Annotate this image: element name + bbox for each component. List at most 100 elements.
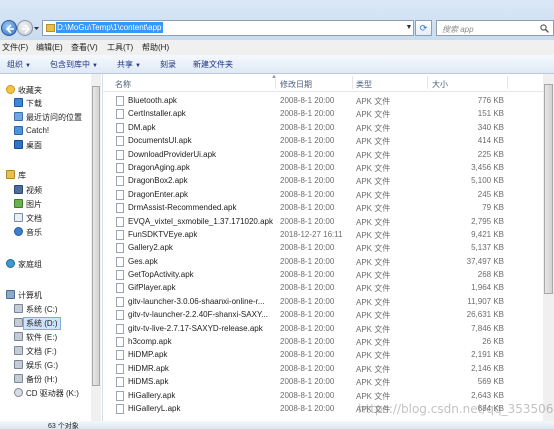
nav-drive-k-label: CD 驱动器 (K:) [26,389,79,398]
column-type[interactable]: 类型 [356,79,372,90]
command-toolbar: 组织 ▼ 包含到库中 ▼ 共享 ▼ 刻录 新建文件夹 [0,55,554,74]
file-row[interactable]: gitv-launcher-3.0.06-shaanxi-online-r...… [103,295,543,308]
file-date: 2008-8-1 20:00 [280,390,335,400]
status-text: 63 个对象 [48,423,79,429]
file-row[interactable]: EVQA_vixtel_sxmobile_1.37.171020.apk 2008… [103,215,543,228]
file-size: 569 KB [477,377,504,387]
file-name: h3comp.apk [128,337,172,347]
refresh-button[interactable]: ⟳ [415,20,432,36]
file-row[interactable]: Bluetooth.apk 2008-8-1 20:00 APK 文件 776 KB [103,94,543,107]
file-row[interactable]: HiDMP.apk 2008-8-1 20:00 APK 文件 2,191 KB [103,348,543,361]
file-name: GetTopActivity.apk [128,270,194,280]
menu-tools[interactable]: 工具(T) [107,42,133,53]
file-row[interactable]: h3comp.apk 2008-8-1 20:00 APK 文件 26 KB [103,335,543,348]
catch-icon [14,126,23,135]
file-row[interactable]: DragonAging.apk 2008-8-1 20:00 APK 文件 3,456… [103,161,543,174]
burn-button[interactable]: 刻录 [160,59,176,70]
column-separator[interactable] [275,76,276,89]
file-date: 2008-8-1 20:00 [280,296,335,306]
navigation-scrollbar[interactable] [91,74,101,421]
include-in-library-button[interactable]: 包含到库中 ▼ [50,59,98,70]
back-button[interactable] [1,20,17,36]
file-name: DownloadProviderUi.apk [128,149,217,159]
apk-file-icon [116,363,124,374]
file-type: APK 文件 [356,351,391,361]
file-row[interactable]: DragonEnter.apk 2008-8-1 20:00 APK 文件 245 K… [103,188,543,201]
drive-icon [14,304,23,313]
music-icon [14,227,23,236]
column-separator[interactable] [507,76,508,89]
apk-file-icon [116,270,124,281]
file-row[interactable]: Gallery2.apk 2008-8-1 20:00 APK 文件 5,137 KB [103,241,543,254]
file-name: DragonAging.apk [128,162,190,172]
new-folder-button[interactable]: 新建文件夹 [193,59,233,70]
file-row[interactable]: DM.apk 2008-8-1 20:00 APK 文件 340 KB [103,121,543,134]
file-size: 2,795 KB [471,216,504,226]
history-dropdown-icon[interactable] [33,24,40,32]
address-row: » D:\MoGu\Temp\1\content\app ▼ ⟳ 搜索 app [0,0,554,40]
column-name[interactable]: 名称 [115,79,131,90]
arrow-right-icon [22,24,31,34]
file-row[interactable]: GetTopActivity.apk 2008-8-1 20:00 APK 文件 26… [103,268,543,281]
file-name: DM.apk [128,122,156,132]
apk-file-icon [116,216,124,227]
menu-bar: 文件(F) 编辑(E) 查看(V) 工具(T) 帮助(H) [0,40,554,55]
file-row[interactable]: gitv-tv-launcher-2.2.40F-shanxi-SAXY... 2… [103,308,543,321]
chevron-down-icon: ▼ [25,63,31,69]
apk-file-icon [116,136,124,147]
menu-view[interactable]: 查看(V) [71,42,98,53]
column-header: ▲ 名称 修改日期 类型 大小 [103,74,543,92]
scrollbar-thumb[interactable] [92,86,100,386]
share-button[interactable]: 共享 ▼ [117,59,141,70]
column-separator[interactable] [352,76,353,89]
apk-file-icon [116,323,124,334]
file-row[interactable]: DrmAssist-Recommended.apk 2008-8-1 20:00 A… [103,201,543,214]
menu-edit[interactable]: 编辑(E) [36,42,63,53]
file-date: 2018-12-27 16:11 [280,229,343,239]
file-date: 2008-8-1 20:00 [280,323,335,333]
file-row[interactable]: gitv-tv-live-2.7.17-SAXYD-release.apk 200… [103,322,543,335]
column-date[interactable]: 修改日期 [280,79,312,90]
file-row[interactable]: DownloadProviderUi.apk 2008-8-1 20:00 APK … [103,148,543,161]
apk-file-icon [116,256,124,267]
file-size: 245 KB [477,189,504,199]
file-row[interactable]: CertInstaller.apk 2008-8-1 20:00 APK 文件 151… [103,107,543,120]
library-icon [6,170,15,179]
search-input[interactable]: 搜索 app [436,20,554,36]
file-row[interactable]: DocumentsUI.apk 2008-8-1 20:00 APK 文件 414 K… [103,134,543,147]
file-row[interactable]: HiDMS.apk 2008-8-1 20:00 APK 文件 569 KB [103,375,543,388]
apk-file-icon [116,350,124,361]
nav-pictures-label: 图片 [26,200,42,209]
file-size: 268 KB [477,270,504,280]
share-label: 共享 [117,60,133,69]
address-path[interactable]: D:\MoGu\Temp\1\content\app [56,22,163,33]
file-date: 2008-8-1 20:00 [280,270,335,280]
forward-button[interactable] [17,20,33,36]
drive-icon [14,318,23,327]
menu-help[interactable]: 帮助(H) [142,42,169,53]
file-type: APK 文件 [356,123,391,133]
file-row[interactable]: GifPlayer.apk 2008-8-1 20:00 APK 文件 1,964 K… [103,281,543,294]
file-date: 2008-8-1 20:00 [280,203,335,213]
file-row[interactable]: FunSDKTVEye.apk 2018-12-27 16:11 APK 文件 9,4… [103,228,543,241]
file-row[interactable]: HiDMR.apk 2008-8-1 20:00 APK 文件 2,146 KB [103,362,543,375]
file-row[interactable]: Ges.apk 2008-8-1 20:00 APK 文件 37,497 KB [103,255,543,268]
file-name: HiDMP.apk [128,350,168,360]
menu-file[interactable]: 文件(F) [2,42,28,53]
file-size: 26,631 KB [466,310,504,320]
file-name: gitv-tv-launcher-2.2.40F-shanxi-SAXY... [128,310,268,320]
nav-downloads-label: 下载 [26,99,42,108]
column-size[interactable]: 大小 [432,79,448,90]
column-separator[interactable] [427,76,428,89]
organize-button[interactable]: 组织 ▼ [7,59,31,70]
file-row[interactable]: HiGallery.apk 2008-8-1 20:00 APK 文件 2,643 K… [103,389,543,402]
file-name: Gallery2.apk [128,243,173,253]
search-icon[interactable] [540,24,549,33]
navigation-pane: 收藏夹 下载 最近访问的位置 Catch! 桌面 库 视频 图片 文档 音乐 家… [0,74,102,429]
address-dropdown-icon[interactable]: ▼ [404,20,414,36]
apk-file-icon [116,337,124,348]
file-row[interactable]: DragonBox2.apk 2008-8-1 20:00 APK 文件 5,100 … [103,174,543,187]
apk-file-icon [116,162,124,173]
scrollbar-thumb[interactable] [544,84,553,294]
file-list-scrollbar[interactable] [543,74,554,429]
